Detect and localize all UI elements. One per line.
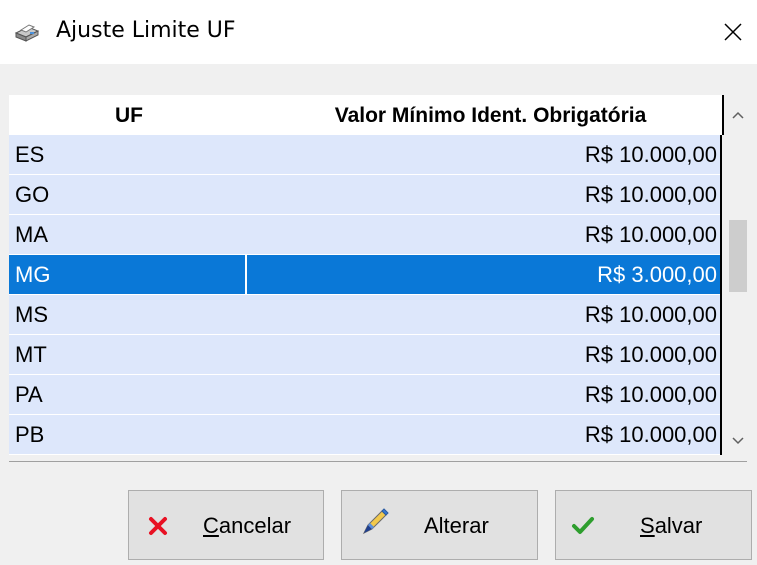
cell-valor: R$ 10.000,00 xyxy=(584,142,717,167)
table-row[interactable]: MT R$ 10.000,00 xyxy=(9,335,722,375)
alter-label: Alterar xyxy=(424,513,489,538)
alter-button[interactable]: Alterar xyxy=(341,490,538,560)
scroll-up-button[interactable] xyxy=(726,95,750,135)
checkmark-icon xyxy=(570,515,596,537)
cell-uf: GO xyxy=(15,182,50,207)
cell-uf: MG xyxy=(15,262,51,287)
table-row[interactable]: PB R$ 10.000,00 xyxy=(9,415,722,455)
vertical-scrollbar[interactable] xyxy=(726,95,750,461)
table-row[interactable]: ES R$ 10.000,00 xyxy=(9,135,722,175)
cell-valor: R$ 10.000,00 xyxy=(584,222,717,247)
grid-right-border xyxy=(720,135,722,455)
grid-body: ES R$ 10.000,00 GO R$ 10.000,00 MA R$ 10… xyxy=(9,135,722,455)
window-title: Ajuste Limite UF xyxy=(56,18,236,43)
cancel-button[interactable]: Cancelar xyxy=(128,490,324,560)
close-icon xyxy=(724,23,742,41)
grid-header: UF Valor Mínimo Ident. Obrigatória xyxy=(9,95,724,135)
cell-separator xyxy=(245,175,247,215)
cell-valor: R$ 3.000,00 xyxy=(597,262,717,287)
cell-valor: R$ 10.000,00 xyxy=(584,382,717,407)
cell-valor: R$ 10.000,00 xyxy=(584,422,717,447)
table-row[interactable]: GO R$ 10.000,00 xyxy=(9,175,722,215)
table-row[interactable]: MS R$ 10.000,00 xyxy=(9,295,722,335)
cell-valor: R$ 10.000,00 xyxy=(584,342,717,367)
cell-valor: R$ 10.000,00 xyxy=(584,182,717,207)
cell-uf: MS xyxy=(15,302,48,327)
cell-separator xyxy=(245,135,247,175)
toolbar-strip xyxy=(0,64,757,88)
cell-uf: PB xyxy=(15,422,45,447)
cell-uf: PA xyxy=(15,382,43,407)
cell-uf: MT xyxy=(15,342,47,367)
scroll-down-button[interactable] xyxy=(726,421,750,461)
cell-separator xyxy=(245,215,247,255)
cancel-label: Cancelar xyxy=(203,513,292,538)
column-header-valor[interactable]: Valor Mínimo Ident. Obrigatória xyxy=(249,95,722,135)
title-bar: Ajuste Limite UF xyxy=(0,0,757,64)
close-button[interactable] xyxy=(709,0,757,64)
cell-separator xyxy=(245,415,247,455)
table-row[interactable]: PA R$ 10.000,00 xyxy=(9,375,722,415)
pencil-icon xyxy=(360,507,390,537)
x-icon xyxy=(147,515,169,537)
cell-uf: ES xyxy=(15,142,45,167)
printer-icon xyxy=(14,21,40,43)
chevron-up-icon xyxy=(732,106,744,124)
table-row-selected[interactable]: MG R$ 3.000,00 xyxy=(9,255,722,295)
save-label: Salvar xyxy=(640,513,703,538)
cell-separator xyxy=(245,295,247,335)
table-row[interactable]: MA R$ 10.000,00 xyxy=(9,215,722,255)
cell-separator xyxy=(245,335,247,375)
cell-separator xyxy=(245,255,247,295)
chevron-down-icon xyxy=(732,432,744,450)
scroll-thumb[interactable] xyxy=(729,220,747,292)
cell-uf: MA xyxy=(15,222,48,247)
cell-valor: R$ 10.000,00 xyxy=(584,302,717,327)
column-header-uf[interactable]: UF xyxy=(9,95,249,135)
save-button[interactable]: Salvar xyxy=(555,490,752,560)
cell-separator xyxy=(245,375,247,415)
